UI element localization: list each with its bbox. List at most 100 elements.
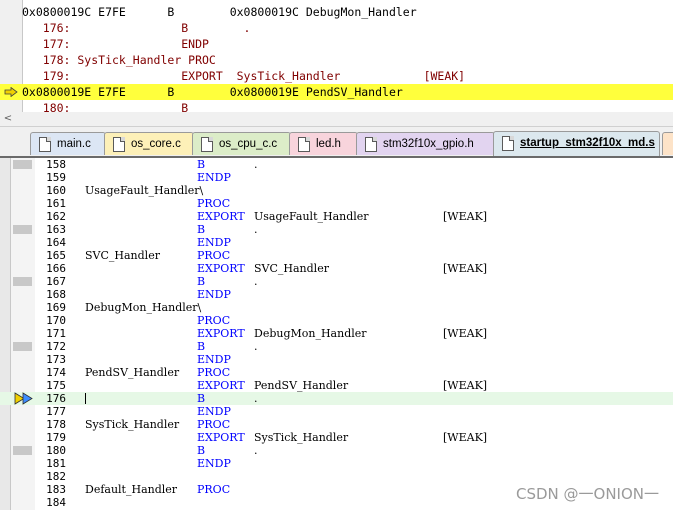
tab-label: os_cpu_c.c bbox=[219, 138, 278, 150]
code-argument: SVC_Handler bbox=[254, 262, 329, 275]
file-icon bbox=[39, 137, 51, 152]
code-argument: . bbox=[254, 392, 258, 405]
editor-line[interactable]: 173 ENDP bbox=[0, 353, 673, 366]
code-argument: . bbox=[254, 444, 258, 457]
code-directive: ENDP bbox=[197, 457, 231, 470]
disassembly-line[interactable]: 179: EXPORT SysTick_Handler [WEAK] bbox=[22, 68, 673, 84]
editor-line[interactable]: 172 B. bbox=[0, 340, 673, 353]
code-argument: . bbox=[254, 158, 258, 171]
editor-line[interactable]: 171 EXPORT DebugMon_Handler [WEAK] bbox=[0, 327, 673, 340]
disassembly-line-text: 0x0800019C E7FE B 0x0800019C DebugMon_Ha… bbox=[22, 5, 417, 19]
disassembly-horizontal-scrollbar[interactable]: < bbox=[0, 112, 673, 127]
editor-line[interactable]: 167 B. bbox=[0, 275, 673, 288]
code-argument: . bbox=[254, 340, 258, 353]
file-icon bbox=[502, 136, 514, 151]
execution-arrow-icon bbox=[14, 392, 33, 405]
editor-line[interactable]: 166 EXPORT SVC_Handler [WEAK] bbox=[0, 262, 673, 275]
line-number: 175 bbox=[46, 379, 66, 392]
disassembly-line[interactable]: 176: B . bbox=[22, 20, 673, 36]
source-editor[interactable]: 158 B. 159 ENDP 160 UsageFault_Handler\ 161 PRO… bbox=[0, 158, 673, 510]
editor-line[interactable]: 162 EXPORT UsageFault_Handler [WEAK] bbox=[0, 210, 673, 223]
editor-line[interactable]: 174 PendSV_Handler PROC bbox=[0, 366, 673, 379]
breakpoint-marker[interactable] bbox=[13, 342, 32, 351]
code-label: SysTick_Handler bbox=[85, 418, 180, 431]
code-directive: B bbox=[197, 392, 206, 405]
disassembly-line-text: 179: EXPORT SysTick_Handler [WEAK] bbox=[22, 69, 466, 83]
text-cursor bbox=[85, 393, 86, 404]
disassembly-current-line[interactable]: 0x0800019E E7FE B 0x0800019E PendSV_Hand… bbox=[0, 84, 673, 100]
code-directive: ENDP bbox=[197, 236, 231, 249]
program-counter-arrow-icon bbox=[4, 87, 18, 97]
disassembly-line-text: 178: SysTick_Handler PROC bbox=[22, 53, 216, 67]
line-number: 164 bbox=[46, 236, 66, 249]
tab-overflow[interactable] bbox=[662, 132, 673, 155]
editor-line[interactable]: 168 ENDP bbox=[0, 288, 673, 301]
line-number: 171 bbox=[46, 327, 66, 340]
line-number: 166 bbox=[46, 262, 66, 275]
breakpoint-marker[interactable] bbox=[13, 225, 32, 234]
editor-line[interactable]: 158 B. bbox=[0, 158, 673, 171]
line-number: 176 bbox=[46, 392, 66, 405]
tab-stm32f10x-gpio-h[interactable]: stm32f10x_gpio.h bbox=[356, 132, 495, 155]
line-number: 165 bbox=[46, 249, 66, 262]
line-number: 181 bbox=[46, 457, 66, 470]
line-number: 177 bbox=[46, 405, 66, 418]
line-number: 174 bbox=[46, 366, 66, 379]
code-directive: ENDP bbox=[197, 405, 231, 418]
code-attribute: [WEAK] bbox=[443, 262, 488, 275]
code-argument: UsageFault_Handler bbox=[254, 210, 369, 223]
editor-line[interactable]: 160 UsageFault_Handler\ bbox=[0, 184, 673, 197]
code-directive: EXPORT bbox=[197, 379, 245, 392]
code-label: Default_Handler bbox=[85, 483, 178, 496]
editor-line[interactable]: 181 ENDP bbox=[0, 457, 673, 470]
line-number: 161 bbox=[46, 197, 66, 210]
code-directive: ENDP bbox=[197, 288, 231, 301]
disassembly-line-text: 177: ENDP bbox=[22, 37, 209, 51]
editor-line[interactable]: 161 PROC bbox=[0, 197, 673, 210]
editor-current-line[interactable]: 176 B. bbox=[0, 392, 673, 405]
tab-startup-stm32f10x-md-s[interactable]: startup_stm32f10x_md.s bbox=[493, 131, 660, 156]
editor-line[interactable]: 177 ENDP bbox=[0, 405, 673, 418]
tab-led-h[interactable]: led.h bbox=[289, 132, 358, 155]
editor-line[interactable]: 159 ENDP bbox=[0, 171, 673, 184]
line-number: 168 bbox=[46, 288, 66, 301]
editor-line[interactable]: 169 DebugMon_Handler\ bbox=[0, 301, 673, 314]
editor-line[interactable]: 179 EXPORT SysTick_Handler [WEAK] bbox=[0, 431, 673, 444]
scroll-left-arrow-icon[interactable]: < bbox=[2, 113, 14, 125]
editor-line[interactable]: 175 EXPORT PendSV_Handler [WEAK] bbox=[0, 379, 673, 392]
code-directive: EXPORT bbox=[197, 210, 245, 223]
file-icon bbox=[298, 137, 310, 152]
editor-line[interactable]: 178 SysTick_Handler PROC bbox=[0, 418, 673, 431]
editor-line[interactable]: 182 bbox=[0, 470, 673, 483]
disassembly-line[interactable]: 0x0800019C E7FE B 0x0800019C DebugMon_Ha… bbox=[22, 4, 673, 20]
code-label: UsageFault_Handler\ bbox=[85, 184, 204, 197]
tab-main-c[interactable]: main.c bbox=[30, 132, 106, 155]
code-directive: EXPORT bbox=[197, 431, 245, 444]
disassembly-window[interactable]: 0x0800019C E7FE B 0x0800019C DebugMon_Ha… bbox=[0, 0, 673, 113]
editor-line[interactable]: 170 PROC bbox=[0, 314, 673, 327]
editor-line[interactable]: 180 B. bbox=[0, 444, 673, 457]
editor-tab-bar: main.c os_core.c os_cpu_c.c led.h stm32f10x_… bbox=[0, 130, 673, 158]
editor-line[interactable]: 165 SVC_Handler PROC bbox=[0, 249, 673, 262]
tab-label: os_core.c bbox=[131, 138, 181, 150]
editor-line[interactable]: 163 B. bbox=[0, 223, 673, 236]
tab-os-cpu-c-c[interactable]: os_cpu_c.c bbox=[192, 132, 291, 155]
tab-label: main.c bbox=[57, 138, 91, 150]
code-directive: PROC bbox=[197, 314, 231, 327]
code-attribute: [WEAK] bbox=[443, 327, 488, 340]
code-directive: EXPORT bbox=[197, 262, 245, 275]
breakpoint-marker[interactable] bbox=[13, 446, 32, 455]
line-number: 167 bbox=[46, 275, 66, 288]
tab-os-core-c[interactable]: os_core.c bbox=[104, 132, 194, 155]
line-number: 179 bbox=[46, 431, 66, 444]
breakpoint-marker[interactable] bbox=[13, 160, 32, 169]
tab-label: led.h bbox=[316, 138, 341, 150]
code-argument: SysTick_Handler bbox=[254, 431, 349, 444]
disassembly-line[interactable]: 177: ENDP bbox=[22, 36, 673, 52]
line-number: 162 bbox=[46, 210, 66, 223]
editor-line[interactable]: 164 ENDP bbox=[0, 236, 673, 249]
breakpoint-marker[interactable] bbox=[13, 277, 32, 286]
line-number: 182 bbox=[46, 470, 66, 483]
file-icon bbox=[201, 137, 213, 152]
disassembly-line[interactable]: 178: SysTick_Handler PROC bbox=[22, 52, 673, 68]
